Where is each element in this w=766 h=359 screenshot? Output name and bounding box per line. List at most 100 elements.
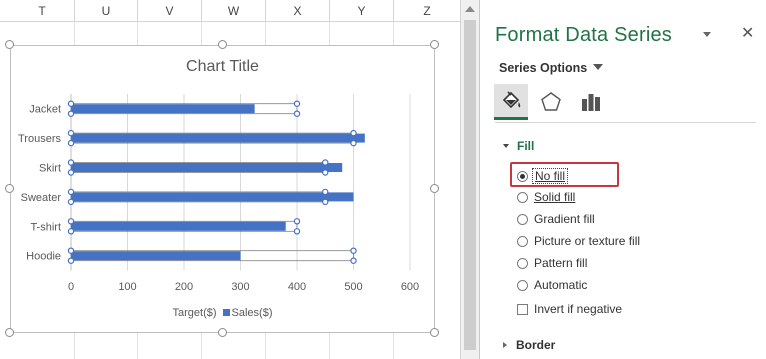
scroll-thumb[interactable]: [464, 20, 476, 350]
scroll-up-arrow-icon[interactable]: [465, 6, 475, 12]
x-tick-label: 400: [288, 281, 306, 293]
sales-bar: [71, 221, 286, 231]
option-label: Automatic: [534, 278, 588, 292]
sales-bar: [71, 133, 365, 143]
selection-point: [67, 159, 75, 166]
x-tick-label: 0: [68, 281, 74, 293]
category-label: Skirt: [39, 163, 61, 175]
column-header-v[interactable]: V: [138, 0, 202, 22]
selection-point: [293, 218, 301, 225]
legend-target: Target($): [172, 307, 217, 319]
selection-point: [67, 110, 75, 117]
chart-resize-handle[interactable]: [430, 184, 439, 193]
radio-automatic[interactable]: Automatic: [517, 278, 587, 292]
column-header-t[interactable]: T: [10, 0, 75, 22]
column-headers: T U V W X Y Z: [0, 0, 460, 22]
fill-section-label: Fill: [517, 139, 535, 153]
chart-resize-handle[interactable]: [5, 40, 14, 49]
option-label: Invert if negative: [534, 302, 623, 316]
x-tick-label: 600: [401, 281, 419, 293]
selection-point: [67, 257, 75, 264]
category-label: T-shirt: [30, 221, 61, 233]
bar-chart-icon: [582, 94, 600, 111]
format-data-series-pane: Format Data Series ✕ Series Options Fill…: [481, 0, 766, 359]
selection-point: [322, 169, 329, 176]
chart-resize-handle[interactable]: [218, 328, 227, 337]
column-header-u[interactable]: U: [75, 0, 138, 22]
tab-series-options[interactable]: [574, 84, 608, 120]
legend-sales-swatch: [222, 309, 230, 316]
chart-resize-handle[interactable]: [430, 40, 439, 49]
radio-solid-fill[interactable]: Solid fill: [517, 190, 575, 204]
fill-section-header[interactable]: Fill: [503, 139, 534, 153]
checkbox[interactable]: [517, 303, 528, 315]
category-label: Sweater: [21, 192, 62, 204]
radio-button[interactable]: [517, 191, 528, 203]
legend-sales: Sales($): [231, 307, 273, 319]
selection-point: [67, 247, 75, 254]
option-label: Picture or texture fill: [534, 234, 641, 248]
paint-bucket-icon: [502, 90, 521, 108]
selection-point: [67, 218, 75, 225]
selection-point: [67, 188, 75, 196]
selection-point: [67, 139, 75, 147]
radio-button[interactable]: [517, 170, 528, 182]
sales-bar: [71, 104, 255, 114]
pane-title: Format Data Series: [495, 24, 672, 46]
column-header-z[interactable]: Z: [394, 0, 460, 22]
column-header-w[interactable]: W: [202, 0, 266, 22]
selection-point: [322, 188, 329, 196]
pentagon-icon: [541, 92, 561, 111]
selection-point: [293, 110, 301, 117]
selection-point: [67, 198, 75, 206]
plot-area[interactable]: 0 100 200 300 400 500 600 Jacket Trousers Skirt Sw…: [11, 46, 436, 334]
selection-point: [350, 139, 357, 147]
radio-button[interactable]: [517, 279, 528, 291]
pane-divider: [495, 122, 756, 123]
tab-effects[interactable]: [534, 84, 568, 120]
caret-down-icon: [593, 64, 604, 70]
radio-gradient-fill[interactable]: Gradient fill: [517, 212, 595, 226]
radio-no-fill[interactable]: No fill: [517, 168, 569, 184]
sales-bar: [71, 192, 354, 202]
category-label: Trousers: [18, 133, 61, 145]
series-options-dropdown[interactable]: Series Options: [499, 61, 604, 75]
pane-options-dropdown-icon[interactable]: [703, 32, 711, 37]
radio-pattern-fill[interactable]: Pattern fill: [517, 256, 587, 270]
border-section-header[interactable]: Border: [503, 338, 555, 352]
selection-point: [67, 100, 75, 107]
selection-point: [322, 159, 329, 166]
sales-bar: [71, 163, 343, 172]
selection-point: [293, 228, 301, 235]
x-tick-label: 100: [118, 281, 136, 293]
selection-point: [350, 129, 357, 137]
bar-chart[interactable]: Chart Title 0 100 200 300 400 500 600 Jacket Tro…: [10, 45, 435, 333]
selection-point: [322, 198, 329, 206]
x-tick-label: 500: [344, 281, 362, 293]
x-tick-label: 300: [231, 281, 249, 293]
collapse-triangle-icon: [503, 144, 509, 148]
radio-button[interactable]: [517, 213, 528, 225]
chart-resize-handle[interactable]: [218, 40, 227, 49]
chart-resize-handle[interactable]: [5, 184, 14, 193]
chart-legend[interactable]: Target($) Sales($): [11, 307, 434, 319]
radio-button[interactable]: [517, 235, 528, 247]
category-label: Jacket: [29, 104, 61, 116]
option-label: Pattern fill: [534, 256, 588, 270]
column-header-y[interactable]: Y: [330, 0, 394, 22]
checkbox-invert-if-negative[interactable]: Invert if negative: [517, 302, 622, 316]
chart-resize-handle[interactable]: [5, 328, 14, 337]
radio-picture-texture-fill[interactable]: Picture or texture fill: [517, 234, 640, 248]
column-header-x[interactable]: X: [266, 0, 330, 22]
radio-button[interactable]: [517, 257, 528, 269]
close-icon[interactable]: ✕: [741, 23, 754, 43]
selection-point: [67, 169, 75, 176]
series-options-label: Series Options: [499, 61, 588, 75]
selection-point: [350, 247, 357, 254]
chart-resize-handle[interactable]: [430, 328, 439, 337]
border-section-label: Border: [516, 338, 556, 352]
option-label: No fill: [532, 168, 569, 184]
x-tick-label: 200: [175, 281, 193, 293]
tab-fill-line[interactable]: [494, 84, 528, 120]
expand-triangle-icon: [503, 342, 507, 348]
